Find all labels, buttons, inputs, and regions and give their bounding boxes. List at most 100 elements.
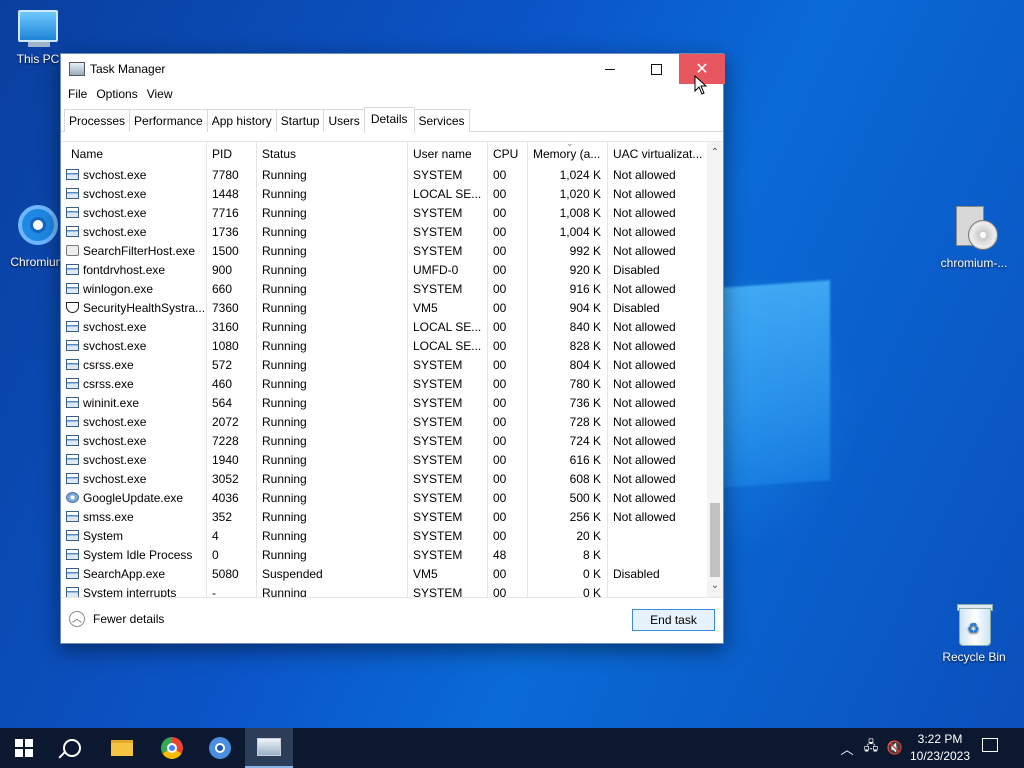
table-row[interactable]: winlogon.exe 660 Running SYSTEM 00 916 K Not a… <box>61 280 707 299</box>
table-row[interactable]: svchost.exe 3160 Running LOCAL SE... 00 840 K… <box>61 318 707 337</box>
menu-options[interactable]: Options <box>93 84 143 104</box>
tab-performance[interactable]: Performance <box>129 109 208 132</box>
table-row[interactable]: svchost.exe 7228 Running SYSTEM 00 724 K Not a… <box>61 432 707 451</box>
cell-name: svchost.exe <box>61 337 207 356</box>
table-row[interactable]: System Idle Process 0 Running SYSTEM 48 8 K <box>61 546 707 565</box>
process-rows: svchost.exe 7780 Running SYSTEM 00 1,024 K Not… <box>61 166 707 597</box>
column-header-cpu[interactable]: CPU <box>488 142 528 166</box>
cell-status: Running <box>257 337 408 356</box>
table-row[interactable]: System 4 Running SYSTEM 00 20 K <box>61 527 707 546</box>
menu-view[interactable]: View <box>144 84 179 104</box>
table-row[interactable]: csrss.exe 572 Running SYSTEM 00 804 K Not allo… <box>61 356 707 375</box>
cell-memory: 616 K <box>528 451 608 470</box>
cell-cpu: 48 <box>488 546 528 565</box>
taskbar-chrome[interactable] <box>148 728 196 768</box>
tab-processes[interactable]: Processes <box>64 109 131 132</box>
cell-pid: 3052 <box>207 470 257 489</box>
table-row[interactable]: SecurityHealthSystra... 7360 Running VM5 00 9… <box>61 299 707 318</box>
cell-cpu: 00 <box>488 394 528 413</box>
cell-status: Running <box>257 223 408 242</box>
tab-startup[interactable]: Startup <box>275 109 325 132</box>
table-row[interactable]: svchost.exe 1448 Running LOCAL SE... 00 1,020… <box>61 185 707 204</box>
table-row[interactable]: csrss.exe 460 Running SYSTEM 00 780 K Not allo… <box>61 375 707 394</box>
table-row[interactable]: smss.exe 352 Running SYSTEM 00 256 K Not allow… <box>61 508 707 527</box>
maximize-button[interactable] <box>633 54 679 84</box>
tab-app-history[interactable]: App history <box>206 109 277 132</box>
clock[interactable]: 3:22 PM 10/23/2023 <box>906 731 974 765</box>
show-hidden-icons-button[interactable]: ︿ <box>838 728 856 768</box>
notifications-icon[interactable] <box>982 738 998 752</box>
start-button[interactable] <box>0 728 48 768</box>
recycle-bin-icon: ♻ <box>957 602 993 646</box>
table-row[interactable]: svchost.exe 1940 Running SYSTEM 00 616 K Not a… <box>61 451 707 470</box>
process-icon <box>66 568 79 579</box>
vertical-scrollbar[interactable]: ⌃ ⌄ <box>707 142 723 597</box>
table-row[interactable]: GoogleUpdate.exe 4036 Running SYSTEM 00 500 K… <box>61 489 707 508</box>
desktop-icon-label: chromium-... <box>940 256 1008 270</box>
taskbar-task-manager[interactable] <box>245 728 293 768</box>
cell-status: Running <box>257 413 408 432</box>
tab-services[interactable]: Services <box>413 109 470 132</box>
process-icon <box>66 340 79 351</box>
scrollbar-thumb[interactable] <box>710 503 720 577</box>
cell-uac: Not allowed <box>613 358 676 372</box>
scroll-up-icon[interactable]: ⌃ <box>707 145 723 161</box>
cell-cpu: 00 <box>488 375 528 394</box>
table-row[interactable]: svchost.exe 7716 Running SYSTEM 00 1,008 K Not… <box>61 204 707 223</box>
cell-pid: 900 <box>207 261 257 280</box>
process-icon <box>66 511 79 522</box>
cell-pid: 572 <box>207 356 257 375</box>
volume-status[interactable]: 🔇 <box>884 728 906 768</box>
network-status[interactable]: 🖧 <box>860 728 882 768</box>
table-row[interactable]: svchost.exe 7780 Running SYSTEM 00 1,024 K Not… <box>61 166 707 185</box>
cell-name: csrss.exe <box>61 356 207 375</box>
cell-name: GoogleUpdate.exe <box>61 489 207 508</box>
cell-pid: 7228 <box>207 432 257 451</box>
cell-cpu: 00 <box>488 584 528 597</box>
column-header-status[interactable]: Status <box>257 142 408 166</box>
taskbar-file-explorer[interactable] <box>98 728 146 768</box>
process-icon <box>66 378 79 389</box>
table-row[interactable]: SearchApp.exe 5080 Suspended VM5 00 0 K Disabl… <box>61 565 707 584</box>
column-header-user-name[interactable]: User name <box>408 142 488 166</box>
cell-pid: 0 <box>207 546 257 565</box>
cell-name: System Idle Process <box>61 546 207 565</box>
taskbar-search-button[interactable] <box>48 728 96 768</box>
scroll-down-icon[interactable]: ⌄ <box>707 578 723 594</box>
cell-cpu: 00 <box>488 356 528 375</box>
desktop-icon-recycle-bin[interactable]: ♻ Recycle Bin <box>934 602 1014 664</box>
table-row[interactable]: wininit.exe 564 Running SYSTEM 00 736 K Not al… <box>61 394 707 413</box>
table-row[interactable]: svchost.exe 3052 Running SYSTEM 00 608 K Not a… <box>61 470 707 489</box>
table-row[interactable]: svchost.exe 1080 Running LOCAL SE... 00 828 K… <box>61 337 707 356</box>
desktop-icon-chromium-installer[interactable]: chromium-... <box>934 204 1014 270</box>
fewer-details-button[interactable]: ︿ Fewer details <box>69 611 164 627</box>
table-row[interactable]: svchost.exe 1736 Running SYSTEM 00 1,004 K Not… <box>61 223 707 242</box>
column-header-name[interactable]: Name <box>66 142 207 166</box>
clock-time: 3:22 PM <box>917 732 963 746</box>
cell-name: svchost.exe <box>61 223 207 242</box>
process-icon <box>66 549 79 560</box>
column-header-uac[interactable]: UAC virtualizat... <box>608 142 707 166</box>
cell-user: UMFD-0 <box>408 261 488 280</box>
title-bar[interactable]: Task Manager ✕ <box>61 54 725 84</box>
tab-users[interactable]: Users <box>323 109 365 132</box>
menu-file[interactable]: File <box>65 84 93 104</box>
taskbar-chromium[interactable] <box>196 728 244 768</box>
cell-pid: 660 <box>207 280 257 299</box>
cell-status: Running <box>257 242 408 261</box>
cell-pid: 1448 <box>207 185 257 204</box>
cell-memory: 920 K <box>528 261 608 280</box>
cell-uac: Not allowed <box>613 282 676 296</box>
end-task-button[interactable]: End task <box>632 609 715 631</box>
cell-cpu: 00 <box>488 223 528 242</box>
minimize-button[interactable] <box>587 54 633 84</box>
table-row[interactable]: svchost.exe 2072 Running SYSTEM 00 728 K Not a… <box>61 413 707 432</box>
column-header-pid[interactable]: PID <box>207 142 257 166</box>
desktop-icon-label: Recycle Bin <box>942 650 1006 664</box>
table-row[interactable]: fontdrvhost.exe 900 Running UMFD-0 00 920 K Di… <box>61 261 707 280</box>
cell-cpu: 00 <box>488 489 528 508</box>
table-row[interactable]: SearchFilterHost.exe 1500 Running SYSTEM 00 9… <box>61 242 707 261</box>
cell-cpu: 00 <box>488 280 528 299</box>
table-row[interactable]: System interrupts - Running SYSTEM 00 0 K <box>61 584 707 597</box>
tab-details[interactable]: Details <box>363 107 415 133</box>
